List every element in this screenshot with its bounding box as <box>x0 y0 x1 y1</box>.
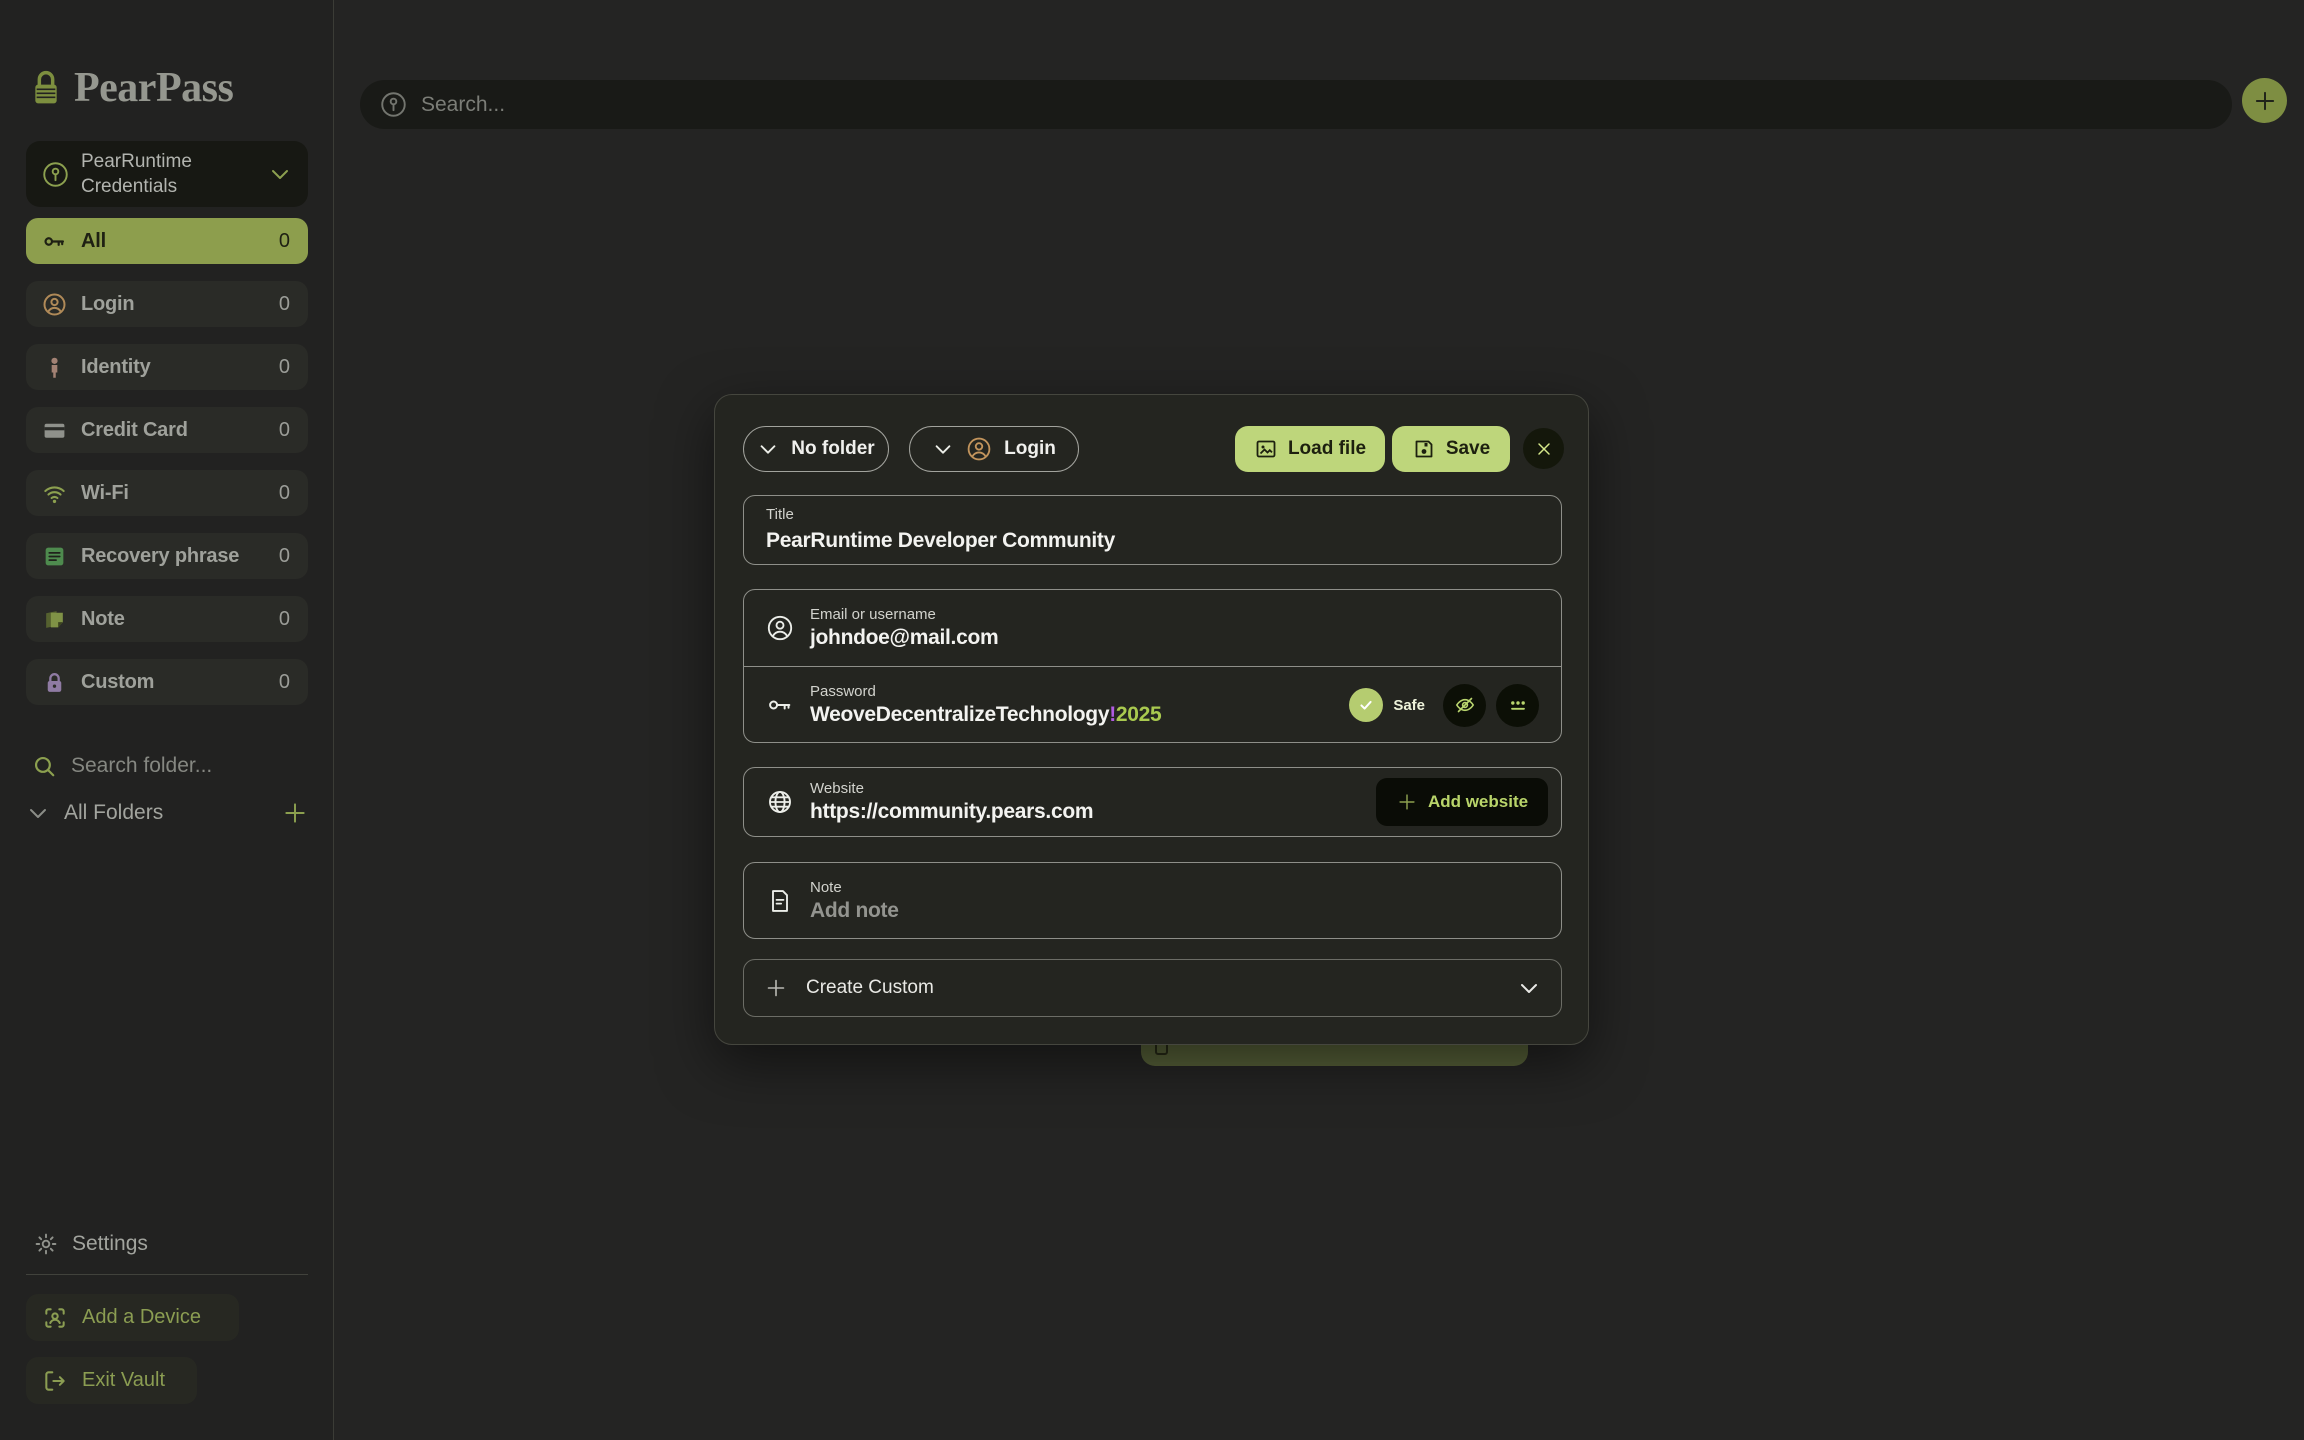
padlock-logo-icon <box>30 68 62 108</box>
credential-editor-modal: No folder Login Load file Save <box>714 394 1589 1045</box>
create-custom-button[interactable]: Create Custom <box>743 959 1562 1017</box>
password-options-button[interactable] <box>1496 684 1539 727</box>
eye-off-icon <box>1453 693 1477 717</box>
count-badge: 0 <box>279 671 290 694</box>
email-field[interactable]: Email or username johndoe@mail.com <box>744 590 1561 666</box>
email-value[interactable]: johndoe@mail.com <box>810 626 1539 650</box>
add-device-button[interactable]: Add a Device <box>26 1294 239 1341</box>
floppy-disk-icon <box>1412 437 1436 461</box>
image-icon <box>1254 437 1278 461</box>
title-label: Title <box>766 506 1539 523</box>
safe-check-icon <box>1349 688 1383 722</box>
close-button[interactable] <box>1523 428 1564 469</box>
key-icon <box>766 691 794 719</box>
count-badge: 0 <box>279 608 290 631</box>
plus-icon <box>1396 791 1418 813</box>
sidebar-item-identity[interactable]: Identity 0 <box>26 344 308 390</box>
global-search[interactable] <box>360 80 2232 129</box>
all-folders-label: All Folders <box>64 801 268 825</box>
website-label: Website <box>810 780 1360 797</box>
keyhole-circle-icon <box>42 161 69 188</box>
password-field[interactable]: Password WeoveDecentralizeTechnology!202… <box>744 667 1561 743</box>
sidebar-item-recovery-phrase[interactable]: Recovery phrase 0 <box>26 533 308 579</box>
person-icon <box>42 355 67 380</box>
website-field[interactable]: Website https://community.pears.com Add … <box>743 767 1562 837</box>
website-value[interactable]: https://community.pears.com <box>810 800 1360 824</box>
all-folders-row: All Folders <box>26 796 308 830</box>
folder-search[interactable] <box>32 750 302 782</box>
document-icon <box>766 887 794 915</box>
keyhole-circle-icon <box>380 91 407 118</box>
sidebar-item-wifi[interactable]: Wi-Fi 0 <box>26 470 308 516</box>
scan-person-icon <box>42 1305 68 1331</box>
chevron-down-icon <box>757 438 779 460</box>
folder-dropdown[interactable]: No folder <box>743 426 889 472</box>
lock-icon <box>42 670 67 695</box>
exit-icon <box>42 1368 68 1394</box>
user-circle-icon <box>966 436 992 462</box>
credentials-group: Email or username johndoe@mail.com Passw… <box>743 589 1562 743</box>
count-badge: 0 <box>279 293 290 316</box>
sidebar: PearPass PearRuntime Credentials All 0 L… <box>0 0 334 1440</box>
sidebar-item-login[interactable]: Login 0 <box>26 281 308 327</box>
save-button[interactable]: Save <box>1392 426 1510 472</box>
title-field[interactable]: Title PearRuntime Developer Community <box>743 495 1562 565</box>
global-search-input[interactable] <box>421 93 2212 117</box>
gear-icon <box>34 1232 58 1256</box>
app-logo: PearPass <box>30 64 233 112</box>
sidebar-item-custom[interactable]: Custom 0 <box>26 659 308 705</box>
chevron-down-icon <box>932 438 954 460</box>
note-placeholder[interactable]: Add note <box>810 899 1539 923</box>
sidebar-item-note[interactable]: Note 0 <box>26 596 308 642</box>
settings-label: Settings <box>72 1232 148 1256</box>
app-name: PearPass <box>74 64 233 112</box>
settings-button[interactable]: Settings <box>34 1232 148 1256</box>
count-badge: 0 <box>279 545 290 568</box>
count-badge: 0 <box>279 419 290 442</box>
user-circle-icon <box>42 292 67 317</box>
sidebar-item-credit-card[interactable]: Credit Card 0 <box>26 407 308 453</box>
toggle-password-visibility-button[interactable] <box>1443 684 1486 727</box>
dots-menu-icon <box>1506 693 1530 717</box>
credit-card-icon <box>42 418 67 443</box>
close-icon <box>1534 439 1554 459</box>
count-badge: 0 <box>279 356 290 379</box>
folder-search-input[interactable] <box>71 754 271 778</box>
key-icon <box>42 229 67 254</box>
note-field[interactable]: Note Add note <box>743 862 1562 939</box>
exit-vault-button[interactable]: Exit Vault <box>26 1357 197 1404</box>
vault-name: PearRuntime Credentials <box>81 149 256 199</box>
title-value[interactable]: PearRuntime Developer Community <box>766 529 1539 553</box>
search-icon <box>32 754 57 779</box>
count-badge: 0 <box>279 482 290 505</box>
add-item-button[interactable] <box>2242 78 2287 123</box>
chevron-down-icon <box>1517 976 1541 1000</box>
chevron-down-icon <box>268 162 292 186</box>
chevron-down-icon[interactable] <box>26 801 50 825</box>
wifi-icon <box>42 481 67 506</box>
plus-icon <box>2252 88 2278 114</box>
vault-selector[interactable]: PearRuntime Credentials <box>26 141 308 207</box>
add-website-button[interactable]: Add website <box>1376 778 1548 826</box>
type-dropdown[interactable]: Login <box>909 426 1079 472</box>
note-icon <box>42 607 67 632</box>
count-badge: 0 <box>279 230 290 253</box>
password-label: Password <box>810 683 1333 700</box>
load-file-button[interactable]: Load file <box>1235 426 1385 472</box>
user-circle-icon <box>766 614 794 642</box>
globe-icon <box>766 788 794 816</box>
password-status-badge: Safe <box>1393 697 1425 714</box>
plus-icon <box>764 976 788 1000</box>
sidebar-item-all[interactable]: All 0 <box>26 218 308 264</box>
note-label: Note <box>810 879 1539 896</box>
recovery-list-icon <box>42 544 67 569</box>
email-label: Email or username <box>810 606 1539 623</box>
add-folder-icon[interactable] <box>282 800 308 826</box>
password-value[interactable]: WeoveDecentralizeTechnology!2025 <box>810 703 1333 727</box>
sidebar-divider <box>26 1274 308 1275</box>
